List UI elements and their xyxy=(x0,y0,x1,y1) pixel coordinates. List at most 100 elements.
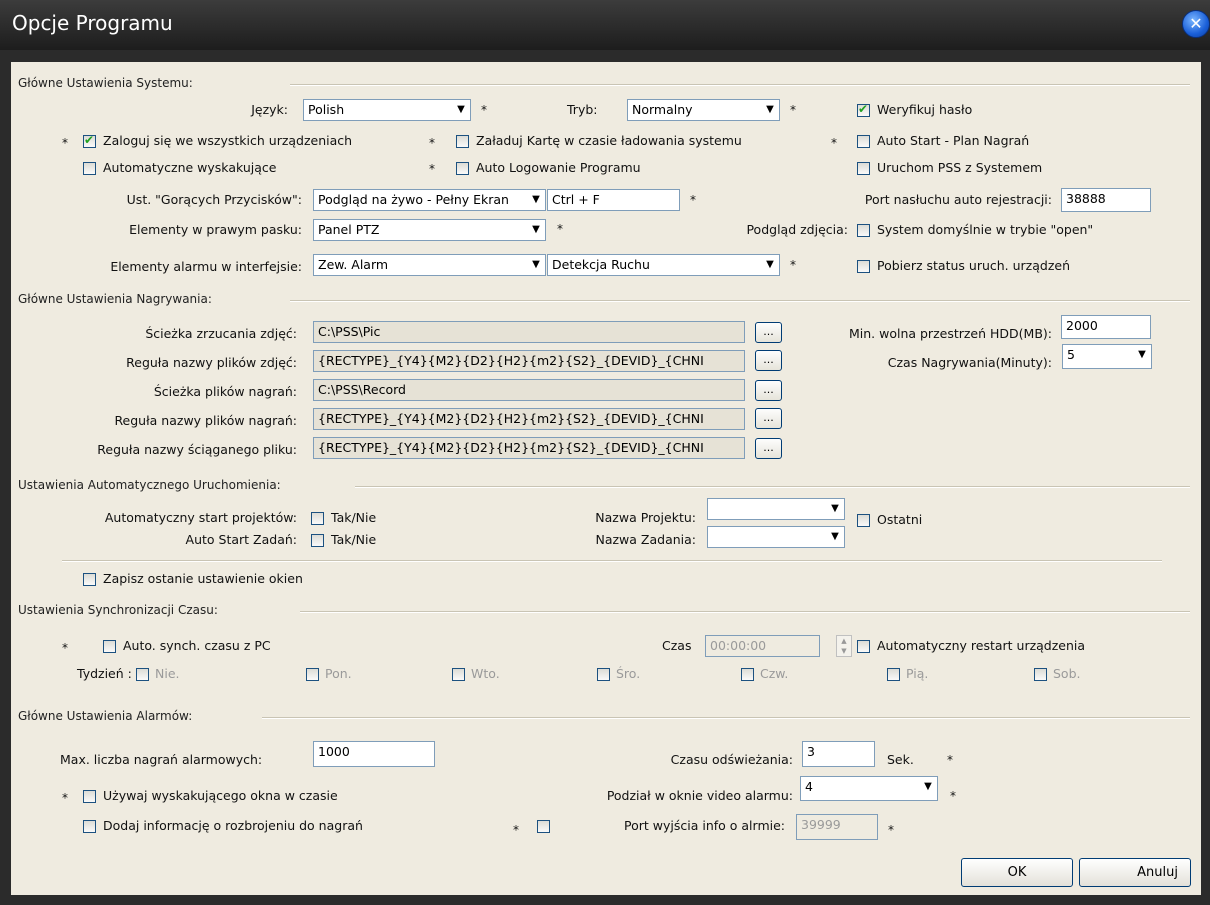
group-autostart-title: Ustawienia Automatycznego Uruchomienia: xyxy=(18,478,281,492)
hotkey-combo-input[interactable]: Ctrl + F xyxy=(547,189,680,211)
day-checkbox-thu[interactable] xyxy=(741,668,754,681)
auto-login-label: Auto Logowanie Programu xyxy=(476,160,641,175)
port-listen-label: Port nasłuchu auto rejestracji: xyxy=(864,192,1052,207)
group-alarms-title: Główne Ustawienia Alarmów: xyxy=(18,709,193,723)
auto-login-checkbox[interactable] xyxy=(456,162,469,175)
ok-button[interactable]: OK xyxy=(961,858,1073,887)
auto-projects-yes-no: Tak/Nie xyxy=(331,510,377,525)
refresh-input[interactable]: 3 xyxy=(802,741,875,767)
load-card-checkbox[interactable] xyxy=(456,135,469,148)
auto-projects-checkbox[interactable] xyxy=(311,512,324,525)
title-bar[interactable]: Opcje Programu ✕ xyxy=(0,0,1210,50)
pic-rule-input[interactable]: {RECTYPE}_{Y4}{M2}{D2}{H2}{m2}{S2}_{DEVI… xyxy=(313,350,745,372)
day-checkbox-mon[interactable] xyxy=(306,668,319,681)
browse-dl-rule-button[interactable]: ... xyxy=(755,438,782,459)
right-bar-select[interactable]: Panel PTZ ▼ xyxy=(313,219,546,241)
close-icon[interactable]: ✕ xyxy=(1182,10,1210,38)
day-label: Pon. xyxy=(325,666,352,681)
day-checkbox-tue[interactable] xyxy=(452,668,465,681)
auto-popup-checkbox[interactable] xyxy=(83,162,96,175)
max-alarm-records-input[interactable]: 1000 xyxy=(313,741,435,767)
chevron-down-icon: ▼ xyxy=(532,224,540,235)
rec-rule-input[interactable]: {RECTYPE}_{Y4}{M2}{D2}{H2}{m2}{S2}_{DEVI… xyxy=(313,408,745,430)
day-checkbox-wed[interactable] xyxy=(597,668,610,681)
browse-rec-rule-button[interactable]: ... xyxy=(755,408,782,429)
run-with-system-checkbox[interactable] xyxy=(857,162,870,175)
chevron-down-icon: ▼ xyxy=(766,259,774,270)
alarm-items-select-1[interactable]: Zew. Alarm ▼ xyxy=(313,254,546,276)
mode-select[interactable]: Normalny ▼ xyxy=(627,99,780,121)
required-star: * xyxy=(62,136,68,150)
cancel-button[interactable]: Anuluj xyxy=(1079,858,1191,887)
login-all-devices-checkbox[interactable] xyxy=(83,133,96,148)
auto-tasks-checkbox[interactable] xyxy=(311,534,324,547)
required-star: * xyxy=(429,162,435,176)
required-star: * xyxy=(62,641,68,655)
required-star: * xyxy=(790,258,796,272)
use-popup-checkbox[interactable] xyxy=(83,790,96,803)
chevron-down-icon: ▼ xyxy=(532,259,540,270)
required-star: * xyxy=(557,222,563,236)
open-default-checkbox[interactable] xyxy=(857,224,870,237)
add-disarm-checkbox[interactable] xyxy=(83,820,96,833)
day-checkbox-sun[interactable] xyxy=(136,668,149,681)
project-name-select[interactable]: ▼ xyxy=(707,498,845,520)
browse-rec-path-button[interactable]: ... xyxy=(755,380,782,401)
verify-password-label: Weryfikuj hasło xyxy=(877,102,973,117)
project-name-label: Nazwa Projektu: xyxy=(595,510,696,525)
auto-sync-checkbox[interactable] xyxy=(103,640,116,653)
save-window-label: Zapisz ostanie ustawienie okien xyxy=(103,571,303,586)
right-bar-label: Elementy w prawym pasku: xyxy=(129,222,302,237)
required-star: * xyxy=(429,136,435,150)
auto-sync-label: Auto. synch. czasu z PC xyxy=(123,638,271,653)
rec-time-select-value: 5 xyxy=(1067,347,1075,362)
login-all-devices-label: Zaloguj się we wszystkich urządzeniach xyxy=(103,133,353,148)
browse-pic-path-button[interactable]: ... xyxy=(755,322,782,343)
port-listen-input[interactable]: 38888 xyxy=(1061,188,1151,212)
auto-projects-label: Automatyczny start projektów: xyxy=(104,510,297,525)
task-name-select[interactable]: ▼ xyxy=(707,526,845,548)
port-out-label: Port wyjścia info o alrmie: xyxy=(624,818,785,833)
right-bar-select-value: Panel PTZ xyxy=(318,222,380,237)
group-system-title: Główne Ustawienia Systemu: xyxy=(18,76,193,90)
language-select[interactable]: Polish ▼ xyxy=(303,99,471,121)
min-space-input[interactable]: 2000 xyxy=(1061,315,1151,339)
max-alarm-records-label: Max. liczba nagrań alarmowych: xyxy=(60,752,263,767)
chevron-down-icon: ▼ xyxy=(924,781,932,792)
dl-rule-label: Reguła nazwy ściąganego pliku: xyxy=(97,442,297,457)
chevron-down-icon: ▼ xyxy=(457,104,465,115)
port-out-input[interactable]: 39999 xyxy=(796,814,878,840)
group-separator xyxy=(355,486,1190,488)
fetch-status-checkbox[interactable] xyxy=(857,260,870,273)
save-window-checkbox[interactable] xyxy=(83,573,96,586)
group-sync-title: Ustawienia Synchronizacji Czasu: xyxy=(18,603,218,617)
time-input[interactable]: 00:00:00 xyxy=(705,635,820,657)
day-checkbox-sat[interactable] xyxy=(1034,668,1047,681)
rec-path-input[interactable]: C:\PSS\Record xyxy=(313,379,745,401)
pic-path-input[interactable]: C:\PSS\Pic xyxy=(313,321,745,343)
day-checkbox-fri[interactable] xyxy=(887,668,900,681)
verify-password-checkbox[interactable] xyxy=(857,102,870,117)
day-label: Pią. xyxy=(906,666,929,681)
dl-rule-input[interactable]: {RECTYPE}_{Y4}{M2}{D2}{H2}{m2}{S2}_{DEVI… xyxy=(313,437,745,459)
fetch-status-label: Pobierz status uruch. urządzeń xyxy=(877,258,1071,273)
port-out-checkbox[interactable] xyxy=(537,820,550,833)
hotkeys-select[interactable]: Podgląd na żywo - Pełny Ekran ▼ xyxy=(313,189,546,211)
rec-rule-label: Reguła nazwy plików nagrań: xyxy=(114,413,297,428)
auto-start-plan-checkbox[interactable] xyxy=(857,135,870,148)
seconds-unit-label: Sek. xyxy=(887,752,914,767)
rec-time-select[interactable]: 5 ▼ xyxy=(1062,344,1152,369)
auto-restart-checkbox[interactable] xyxy=(857,640,870,653)
split-label: Podział w oknie video alarmu: xyxy=(606,788,793,803)
run-with-system-label: Uruchom PSS z Systemem xyxy=(877,160,1043,175)
min-space-label: Min. wolna przestrzeń HDD(MB): xyxy=(848,326,1052,341)
time-spinner[interactable]: ▲ ▼ xyxy=(836,635,852,657)
chevron-down-icon: ▼ xyxy=(766,104,774,115)
week-label: Tydzień : xyxy=(77,666,132,681)
browse-pic-rule-button[interactable]: ... xyxy=(755,350,782,371)
last-checkbox[interactable] xyxy=(857,514,870,527)
split-select[interactable]: 4 ▼ xyxy=(800,776,938,801)
options-window: Opcje Programu ✕ Główne Ustawienia Syste… xyxy=(0,0,1210,905)
alarm-items-select-2[interactable]: Detekcja Ruchu ▼ xyxy=(547,254,780,276)
group-separator xyxy=(290,300,1190,302)
